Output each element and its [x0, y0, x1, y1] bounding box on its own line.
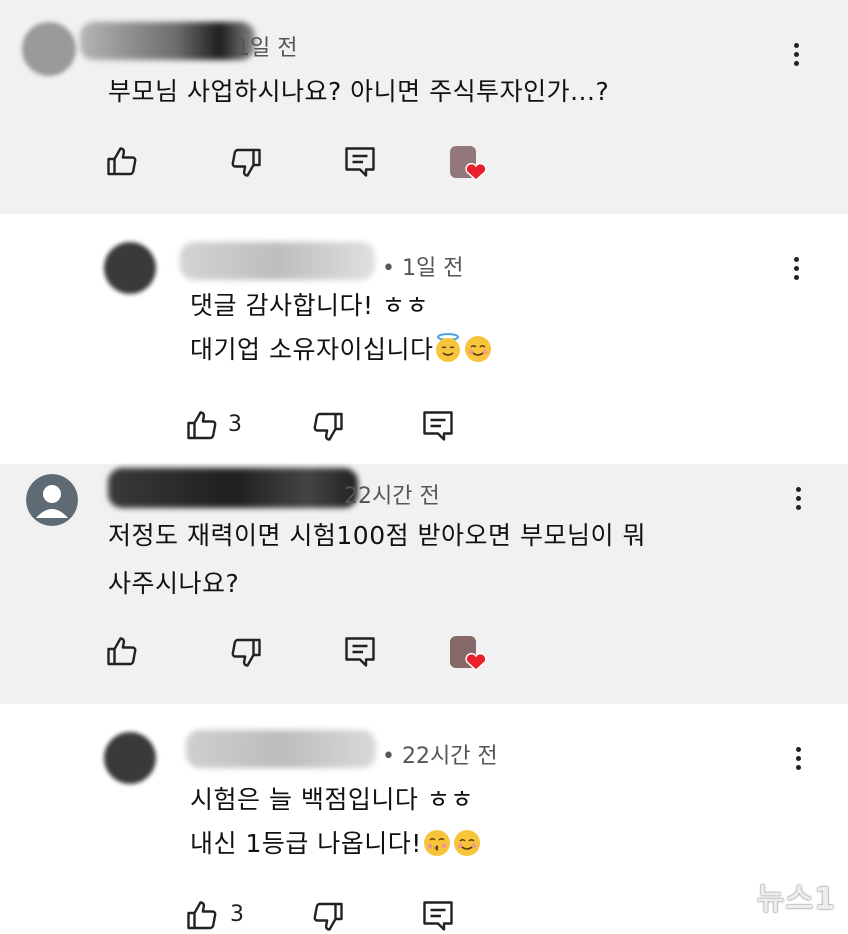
more-options-button[interactable]	[784, 248, 808, 288]
username-blurred[interactable]	[108, 468, 358, 508]
reply-icon[interactable]	[342, 144, 378, 180]
like-icon[interactable]	[104, 144, 140, 180]
reply-thread-1: • 1일 전 댓글 감사합니다! ㅎㅎ 대기업 소유자이십니다 3	[0, 214, 848, 464]
comment-text-line: 부모님 사업하시나요? 아니면 주식투자인가...?	[108, 77, 610, 106]
like-icon[interactable]	[104, 634, 140, 670]
comment-text-span: 대기업 소유자이십니다	[190, 335, 434, 364]
comment-text-span: 내신 1등급 나옵니다!	[190, 829, 422, 858]
comment-text-line: 내신 1등급 나옵니다!	[190, 822, 482, 866]
like-count: 3	[228, 412, 242, 437]
more-options-button[interactable]	[786, 738, 810, 778]
timestamp: • 1일 전	[382, 256, 464, 281]
smile-emoji	[453, 830, 480, 856]
comment-thread-2: 22시간 전 저정도 재력이면 시험100점 받아오면 부모님이 뭐 사주시나요…	[0, 464, 848, 704]
news1-watermark: 뉴스1	[756, 882, 836, 917]
like-icon[interactable]	[184, 898, 220, 934]
default-avatar-icon[interactable]	[26, 474, 78, 526]
dislike-icon[interactable]	[310, 898, 346, 934]
creator-heart-icon	[450, 146, 487, 182]
dislike-icon[interactable]	[228, 634, 264, 670]
comment-text-line: 사주시나요?	[108, 569, 240, 598]
creator-heart-icon	[450, 636, 487, 672]
timestamp: 1일 전	[236, 36, 298, 61]
comment-text-line: 댓글 감사합니다! ㅎㅎ	[190, 291, 429, 320]
avatar[interactable]	[104, 242, 156, 294]
comment-text-line: 시험은 늘 백점입니다 ㅎㅎ	[190, 785, 474, 814]
comment-text-line: 대기업 소유자이십니다	[190, 328, 493, 372]
more-options-button[interactable]	[784, 34, 808, 74]
reply-icon[interactable]	[420, 408, 456, 444]
dislike-icon[interactable]	[228, 144, 264, 180]
more-options-button[interactable]	[786, 478, 810, 518]
reply-thread-2: • 22시간 전 시험은 늘 백점입니다 ㅎㅎ 내신 1등급 나옵니다! 3	[0, 704, 848, 931]
avatar[interactable]	[22, 22, 76, 76]
timestamp: 22시간 전	[344, 484, 440, 509]
username-blurred[interactable]	[80, 22, 255, 60]
comment-text-line: 저정도 재력이면 시험100점 받아오면 부모님이 뭐	[108, 521, 646, 550]
reply-icon[interactable]	[342, 634, 378, 670]
comment-thread-1: 1일 전 부모님 사업하시나요? 아니면 주식투자인가...?	[0, 0, 848, 214]
timestamp: • 22시간 전	[382, 744, 498, 769]
kiss-emoji	[423, 830, 450, 856]
reply-icon[interactable]	[420, 898, 456, 934]
username-blurred[interactable]	[186, 730, 376, 768]
halo-smile-emoji	[436, 333, 461, 362]
dislike-icon[interactable]	[310, 408, 346, 444]
smile-emoji	[465, 336, 492, 362]
like-count: 3	[230, 902, 244, 927]
like-icon[interactable]	[184, 408, 220, 444]
username-blurred[interactable]	[180, 242, 375, 280]
avatar[interactable]	[104, 732, 156, 784]
